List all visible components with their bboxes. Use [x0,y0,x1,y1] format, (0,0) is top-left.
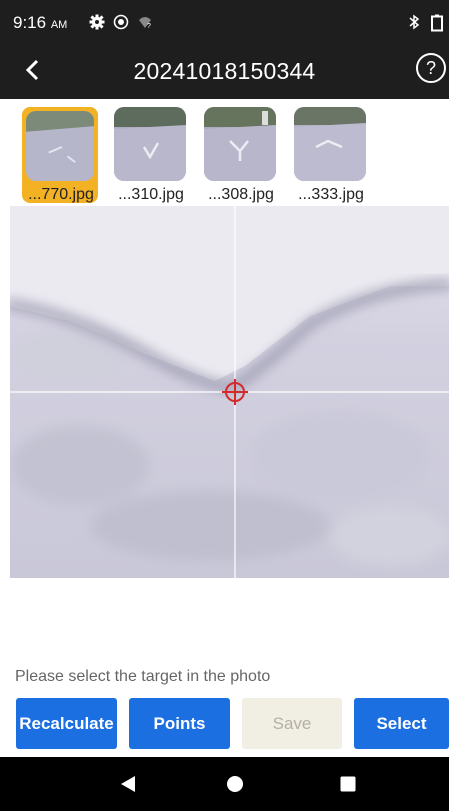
recalculate-button[interactable]: Recalculate [16,698,117,749]
status-ampm: AM [50,19,68,31]
thumbnail-image [26,111,94,181]
thumbnail-image [114,107,186,181]
back-triangle-icon[interactable] [119,775,137,793]
thumbnail-image [204,107,276,181]
status-time: 9:16 AM [13,13,67,33]
points-button[interactable]: Points [129,698,230,749]
photo-thumbnail[interactable]: ...770.jpg [22,107,98,203]
photo-thumbnail[interactable]: ...308.jpg [202,107,278,203]
thumbnail-caption: ...310.jpg [118,186,184,203]
settings-icon [89,14,105,30]
navigation-bar [0,757,449,811]
target-icon [222,379,248,405]
home-circle-icon[interactable] [226,775,244,793]
thumbnail-image [294,107,366,181]
photo-thumbnail[interactable]: ...310.jpg [112,107,188,203]
thumbnail-caption: ...333.jpg [298,186,364,203]
wifi-off-icon: ? [139,17,151,30]
battery-icon [431,14,443,32]
status-bar: 9:16 AM ? [0,0,449,44]
instruction-text: Please select the target in the photo [15,668,271,685]
bluetooth-icon [409,14,420,30]
record-icon [113,14,129,30]
save-button[interactable]: Save [242,698,342,749]
photo-thumbnail[interactable]: ...333.jpg [292,107,368,203]
svg-text:?: ? [147,23,151,30]
recents-square-icon[interactable] [339,775,357,793]
app-header: 20241018150344 ? [0,44,449,99]
thumbnail-caption: ...308.jpg [208,186,274,203]
thumbnail-caption: ...770.jpg [28,186,94,203]
help-icon[interactable]: ? [416,53,446,83]
status-clock: 9:16 [13,13,47,32]
page-title: 20241018150344 [133,58,316,84]
select-button[interactable]: Select [354,698,449,749]
photo-viewer[interactable] [10,206,449,578]
photo-strip: ...770.jpg ...310.jpg ...308.jpg ...333.… [0,99,449,206]
